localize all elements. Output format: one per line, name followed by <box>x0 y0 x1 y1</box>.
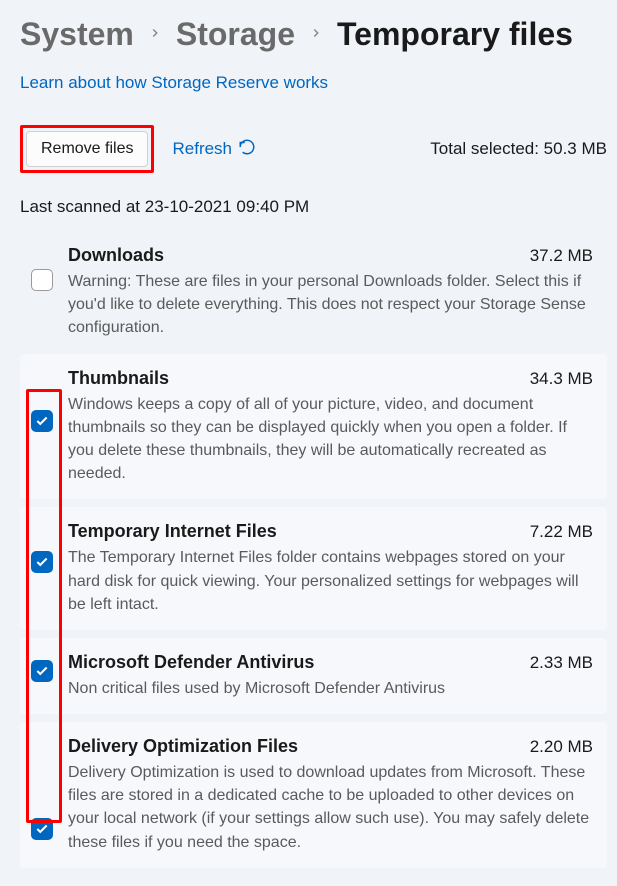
refresh-label: Refresh <box>172 139 232 159</box>
item-desc: Warning: These are files in your persona… <box>68 270 593 340</box>
item-size: 2.20 MB <box>530 737 593 757</box>
item-title: Thumbnails <box>68 368 169 389</box>
highlight-remove: Remove files <box>20 125 154 173</box>
item-title: Downloads <box>68 245 164 266</box>
item-delivery-opt[interactable]: Delivery Optimization Files 2.20 MB Deli… <box>20 722 607 868</box>
item-size: 7.22 MB <box>530 522 593 542</box>
breadcrumb-current: Temporary files <box>337 16 573 53</box>
item-temp-internet[interactable]: Temporary Internet Files 7.22 MB The Tem… <box>20 507 607 630</box>
refresh-icon <box>238 138 256 161</box>
checkbox-delivery-opt[interactable] <box>31 818 53 840</box>
actions-row: Remove files Refresh Total selected: 50.… <box>20 125 607 173</box>
breadcrumb: System Storage Temporary files <box>20 16 607 53</box>
checkbox-temp-internet[interactable] <box>31 551 53 573</box>
checkbox-defender[interactable] <box>31 660 53 682</box>
item-desc: Delivery Optimization is used to downloa… <box>68 761 593 854</box>
item-desc: Windows keeps a copy of all of your pict… <box>68 393 593 486</box>
remove-files-button[interactable]: Remove files <box>26 131 148 167</box>
item-size: 37.2 MB <box>530 246 593 266</box>
breadcrumb-system[interactable]: System <box>20 16 134 53</box>
breadcrumb-storage[interactable]: Storage <box>176 16 295 53</box>
checkbox-downloads[interactable] <box>31 269 53 291</box>
item-title: Delivery Optimization Files <box>68 736 298 757</box>
item-thumbnails[interactable]: Thumbnails 34.3 MB Windows keeps a copy … <box>20 354 607 500</box>
items-list: Downloads 37.2 MB Warning: These are fil… <box>20 231 607 868</box>
total-selected: Total selected: 50.3 MB <box>430 139 607 159</box>
item-title: Microsoft Defender Antivirus <box>68 652 314 673</box>
refresh-button[interactable]: Refresh <box>172 138 256 161</box>
item-size: 34.3 MB <box>530 369 593 389</box>
item-title: Temporary Internet Files <box>68 521 277 542</box>
chevron-right-icon <box>309 24 323 45</box>
item-desc: The Temporary Internet Files folder cont… <box>68 546 593 616</box>
item-size: 2.33 MB <box>530 653 593 673</box>
learn-link[interactable]: Learn about how Storage Reserve works <box>20 73 328 93</box>
checkbox-thumbnails[interactable] <box>31 410 53 432</box>
last-scanned: Last scanned at 23-10-2021 09:40 PM <box>20 197 607 217</box>
chevron-right-icon <box>148 24 162 45</box>
item-desc: Non critical files used by Microsoft Def… <box>68 677 593 700</box>
item-downloads[interactable]: Downloads 37.2 MB Warning: These are fil… <box>20 231 607 354</box>
item-defender[interactable]: Microsoft Defender Antivirus 2.33 MB Non… <box>20 638 607 714</box>
